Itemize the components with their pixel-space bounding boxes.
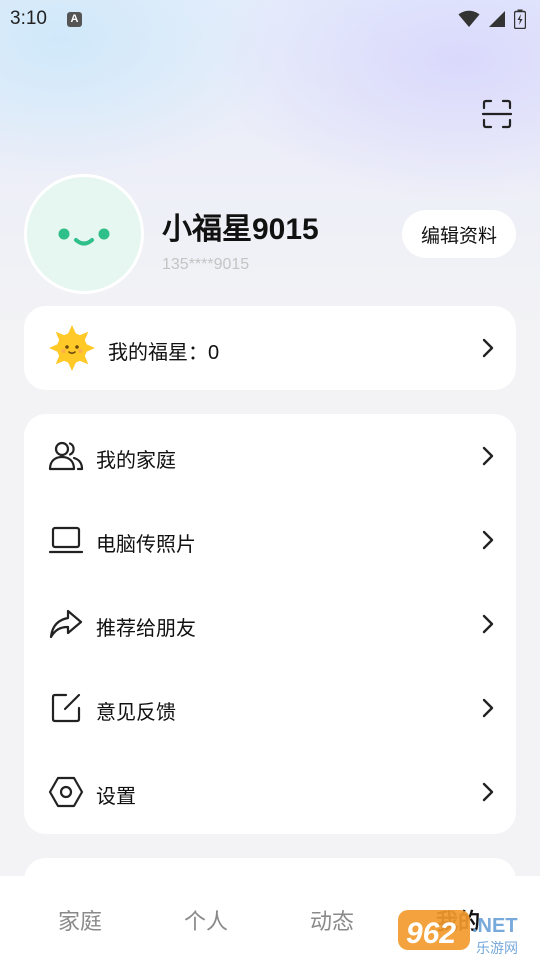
menu-item-label: 意见反馈: [96, 702, 176, 724]
share-icon: [49, 609, 83, 639]
menu-item-label: 电脑传照片: [96, 534, 196, 556]
menu-item-label: 设置: [96, 786, 136, 808]
svg-text:乐游网: 乐游网: [476, 941, 518, 957]
chevron-right-icon: [482, 446, 494, 466]
tab-family[interactable]: 家庭: [58, 904, 102, 936]
stars-card[interactable]: 我的福星：0: [24, 306, 516, 390]
menu-card: 我的家庭 电脑传照片 推荐给朋友 意见反馈 设置: [24, 414, 516, 834]
chevron-right-icon: [482, 698, 494, 718]
menu-item-label: 推荐给朋友: [96, 618, 196, 640]
svg-text:.NET: .NET: [472, 915, 518, 937]
users-icon: [48, 441, 84, 471]
tab-feed[interactable]: 动态: [310, 904, 354, 936]
menu-item-pc-photo-transfer[interactable]: 电脑传照片: [24, 498, 516, 582]
phone-number: 135****9015: [162, 256, 250, 273]
menu-item-recommend-to-friends[interactable]: 推荐给朋友: [24, 582, 516, 666]
settings-hexagon-icon: [48, 776, 84, 808]
status-icons: [458, 9, 526, 29]
sun-icon: [49, 325, 95, 371]
avatar[interactable]: [24, 174, 144, 294]
status-bar: 3:10 A: [0, 0, 540, 38]
menu-item-label: 我的家庭: [96, 450, 176, 472]
signal-icon: [489, 11, 505, 27]
smiley-face-avatar: [58, 228, 110, 246]
stars-label: 我的福星：0: [108, 342, 220, 364]
menu-item-feedback[interactable]: 意见反馈: [24, 666, 516, 750]
battery-charging-icon: [514, 9, 526, 29]
svg-text:962: 962: [406, 917, 456, 950]
menu-item-my-family[interactable]: 我的家庭: [24, 414, 516, 498]
chevron-right-icon: [482, 614, 494, 634]
edit-profile-button[interactable]: 编辑资料: [402, 210, 516, 258]
menu-item-settings[interactable]: 设置: [24, 750, 516, 834]
tab-personal[interactable]: 个人: [184, 904, 228, 936]
watermark-logo: 962 .NET 乐游网: [398, 910, 518, 957]
chevron-right-icon: [482, 338, 494, 358]
chevron-right-icon: [482, 530, 494, 550]
laptop-icon: [48, 526, 84, 554]
notification-app-icon: A: [66, 11, 82, 27]
status-time: 3:10: [10, 8, 47, 29]
chevron-right-icon: [482, 782, 494, 802]
scan-icon[interactable]: [482, 99, 512, 129]
wifi-icon: [458, 10, 480, 27]
username: 小福星9015: [162, 213, 319, 246]
edit-feedback-icon: [51, 693, 81, 723]
